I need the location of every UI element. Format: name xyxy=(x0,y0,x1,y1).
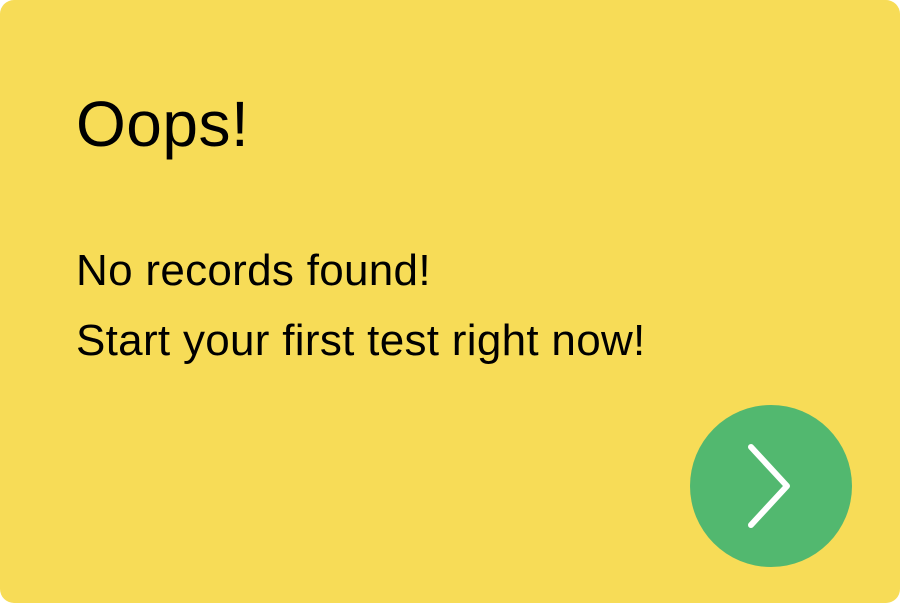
no-records-text: No records found! xyxy=(76,246,431,295)
start-test-prompt: Start your first test right now! xyxy=(76,316,646,365)
empty-state-card: Oops! No records found! Start your first… xyxy=(0,0,900,603)
empty-state-message: No records found! Start your first test … xyxy=(76,236,646,376)
start-test-button[interactable] xyxy=(690,405,852,567)
empty-state-title: Oops! xyxy=(76,88,250,160)
chevron-right-icon xyxy=(748,444,790,528)
